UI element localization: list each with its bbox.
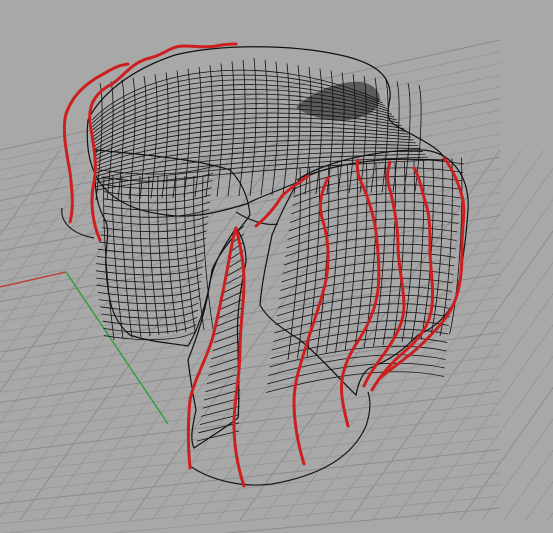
grid-line: [0, 226, 501, 313]
grid-line: [0, 472, 501, 525]
section-curve-4[interactable]: [232, 226, 246, 488]
construction-grid: [0, 39, 553, 533]
isocurve: [271, 61, 279, 196]
isocurve: [106, 81, 114, 200]
grid-line: [85, 149, 347, 521]
grid-line: [0, 86, 501, 191]
grid-line: [0, 149, 237, 487]
grid-line: [3, 484, 501, 533]
isocurve: [344, 164, 358, 352]
grid-line: [0, 149, 61, 237]
grid-line: [0, 51, 501, 161]
perspective-viewport[interactable]: [0, 0, 553, 533]
grid-line: [0, 296, 501, 373]
grid-line: [459, 386, 553, 521]
grid-line: [0, 238, 501, 323]
section-curve-5[interactable]: [292, 176, 330, 466]
viewport-canvas[interactable]: [0, 0, 553, 533]
